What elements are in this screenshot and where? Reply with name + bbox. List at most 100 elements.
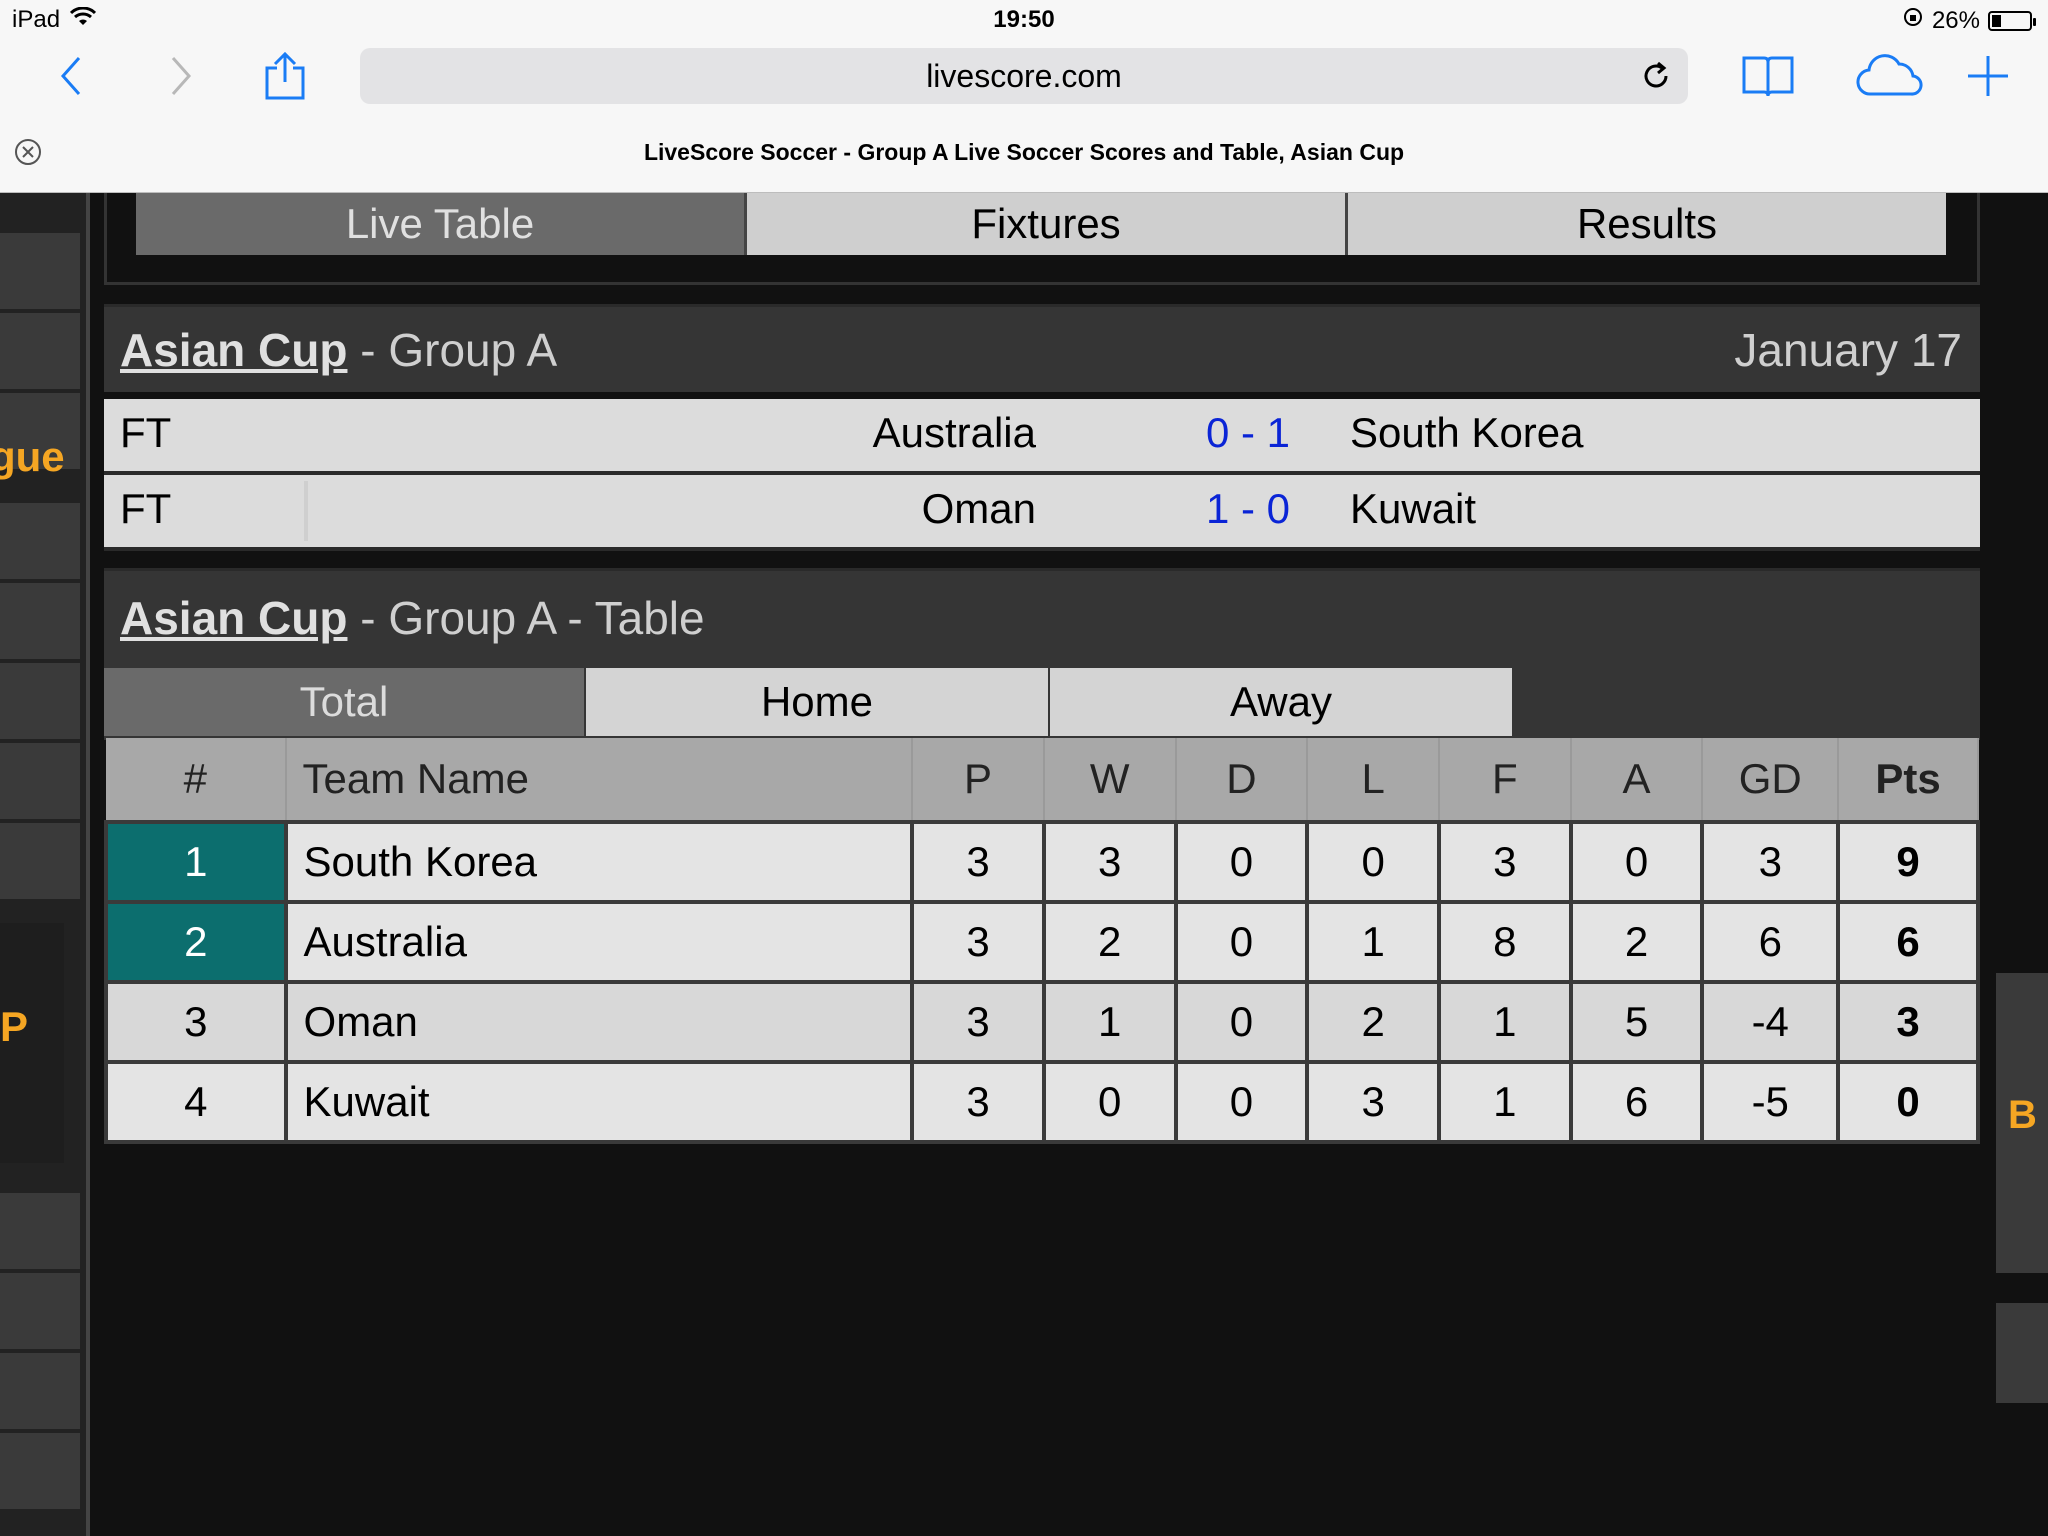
status-right: 26% bbox=[1902, 6, 2036, 35]
match-row[interactable]: FT Australia 0 - 1 South Korea bbox=[104, 399, 1980, 475]
book-icon bbox=[1742, 56, 1794, 97]
right-widget[interactable] bbox=[1996, 1303, 2048, 1403]
lost: 0 bbox=[1305, 820, 1441, 904]
match-row[interactable]: FT Oman 1 - 0 Kuwait bbox=[104, 475, 1980, 551]
sidebar-item[interactable] bbox=[0, 663, 80, 743]
address-bar[interactable]: livescore.com bbox=[360, 48, 1688, 104]
col-goal-difference: GD bbox=[1702, 738, 1840, 822]
new-tab-button[interactable] bbox=[1958, 48, 2018, 104]
row-divider bbox=[304, 481, 308, 541]
standings-tabs: Total Home Away bbox=[104, 668, 1980, 740]
right-ad[interactable]: B bbox=[1996, 973, 2048, 1273]
clock: 19:50 bbox=[993, 6, 1055, 33]
back-button[interactable] bbox=[40, 48, 100, 104]
sidebar-item[interactable] bbox=[0, 233, 80, 313]
lost: 3 bbox=[1305, 1060, 1441, 1144]
table-subtitle: - Group A - Table bbox=[347, 592, 705, 644]
points: 3 bbox=[1836, 980, 1980, 1064]
col-points: Pts bbox=[1838, 738, 1979, 822]
team-name[interactable]: Australia bbox=[283, 900, 915, 984]
forward-button[interactable] bbox=[150, 48, 210, 104]
chevron-right-icon bbox=[171, 57, 192, 95]
match-score[interactable]: 0 - 1 bbox=[1196, 409, 1300, 457]
away-team: South Korea bbox=[1350, 409, 1584, 456]
points: 0 bbox=[1836, 1060, 1980, 1144]
sidebar-ad-text: P bbox=[0, 1003, 29, 1050]
match-score[interactable]: 1 - 0 bbox=[1196, 485, 1300, 533]
points: 6 bbox=[1836, 900, 1980, 984]
sidebar-item[interactable] bbox=[0, 583, 80, 663]
played: 3 bbox=[910, 1060, 1046, 1144]
col-won: W bbox=[1043, 738, 1177, 822]
home-team: Oman bbox=[921, 485, 1036, 532]
tab-fixtures[interactable]: Fixtures bbox=[744, 193, 1345, 255]
sidebar-item[interactable] bbox=[0, 823, 80, 903]
reload-button[interactable] bbox=[1638, 58, 1674, 94]
played: 3 bbox=[910, 820, 1046, 904]
goal-difference: 3 bbox=[1700, 820, 1841, 904]
goal-difference: 6 bbox=[1700, 900, 1841, 984]
lost: 2 bbox=[1305, 980, 1441, 1064]
table-row[interactable]: 4 Kuwait 3 0 0 3 1 6 -5 0 bbox=[104, 1060, 1980, 1144]
team-name[interactable]: Oman bbox=[283, 980, 915, 1064]
goals-for: 3 bbox=[1436, 820, 1573, 904]
table-row[interactable]: 1 South Korea 3 3 0 0 3 0 3 9 bbox=[104, 820, 1980, 904]
tab-title: LiveScore Soccer - Group A Live Soccer S… bbox=[643, 139, 1405, 165]
sidebar-item[interactable] bbox=[0, 1273, 80, 1353]
competition-link[interactable]: Asian Cup bbox=[120, 324, 347, 376]
icloud-tabs-button[interactable] bbox=[1850, 48, 1930, 104]
tab-total[interactable]: Total bbox=[104, 668, 584, 736]
sidebar-item[interactable] bbox=[0, 1193, 80, 1273]
table-header: Asian Cup - Group A - Table bbox=[104, 568, 1980, 668]
battery-level bbox=[1992, 14, 2002, 27]
col-played: P bbox=[912, 738, 1045, 822]
plus-icon bbox=[1968, 56, 2008, 96]
orientation-lock-icon bbox=[1902, 6, 1924, 35]
team-position: 3 bbox=[104, 980, 288, 1064]
battery-icon bbox=[1988, 10, 2036, 31]
drawn: 0 bbox=[1173, 820, 1310, 904]
team-name[interactable]: South Korea bbox=[283, 820, 915, 904]
left-sidebar: gue P bbox=[0, 193, 90, 1536]
tab-home[interactable]: Home bbox=[586, 668, 1048, 736]
tab-results[interactable]: Results bbox=[1345, 193, 1946, 255]
standings-table: # Team Name P W D L F A GD Pts 1 South K… bbox=[104, 738, 1980, 1144]
drawn: 0 bbox=[1173, 1060, 1310, 1144]
tab-live-table[interactable]: Live Table bbox=[136, 193, 744, 255]
sidebar-item[interactable] bbox=[0, 503, 80, 583]
table-row[interactable]: 3 Oman 3 1 0 2 1 5 -4 3 bbox=[104, 980, 1980, 1064]
table-row[interactable]: 2 Australia 3 2 0 1 8 2 6 6 bbox=[104, 900, 1980, 984]
tab-away[interactable]: Away bbox=[1050, 668, 1512, 736]
sidebar-ad[interactable]: P bbox=[0, 923, 64, 1163]
played: 3 bbox=[910, 980, 1046, 1064]
sidebar-item[interactable] bbox=[0, 313, 80, 393]
group-label: - Group A bbox=[347, 324, 558, 376]
match-date: January 17 bbox=[1734, 324, 1962, 376]
goal-difference: -4 bbox=[1700, 980, 1841, 1064]
share-button[interactable] bbox=[255, 48, 315, 104]
bookmarks-button[interactable] bbox=[1738, 48, 1798, 104]
share-icon bbox=[265, 51, 305, 100]
cloud-icon bbox=[1856, 54, 1923, 96]
goals-for: 8 bbox=[1436, 900, 1573, 984]
col-goals-against: A bbox=[1570, 738, 1704, 822]
won: 0 bbox=[1041, 1060, 1178, 1144]
lost: 1 bbox=[1305, 900, 1441, 984]
sidebar-item[interactable] bbox=[0, 1433, 80, 1513]
sidebar-league-label[interactable]: gue bbox=[0, 433, 65, 481]
status-bar: iPad 19:50 26% bbox=[0, 0, 2048, 40]
competition-link[interactable]: Asian Cup bbox=[120, 592, 347, 644]
goals-against: 5 bbox=[1568, 980, 1705, 1064]
sidebar-item[interactable] bbox=[0, 1353, 80, 1433]
col-goals-for: F bbox=[1438, 738, 1572, 822]
goals-for: 1 bbox=[1436, 1060, 1573, 1144]
reload-icon bbox=[1644, 61, 1668, 88]
goals-for: 1 bbox=[1436, 980, 1573, 1064]
home-team: Australia bbox=[872, 409, 1036, 456]
team-name[interactable]: Kuwait bbox=[283, 1060, 915, 1144]
sidebar-item[interactable] bbox=[0, 743, 80, 823]
won: 2 bbox=[1041, 900, 1178, 984]
fixtures-header: Asian Cup - Group A January 17 bbox=[104, 304, 1980, 392]
played: 3 bbox=[910, 900, 1046, 984]
match-status: FT bbox=[120, 485, 172, 532]
